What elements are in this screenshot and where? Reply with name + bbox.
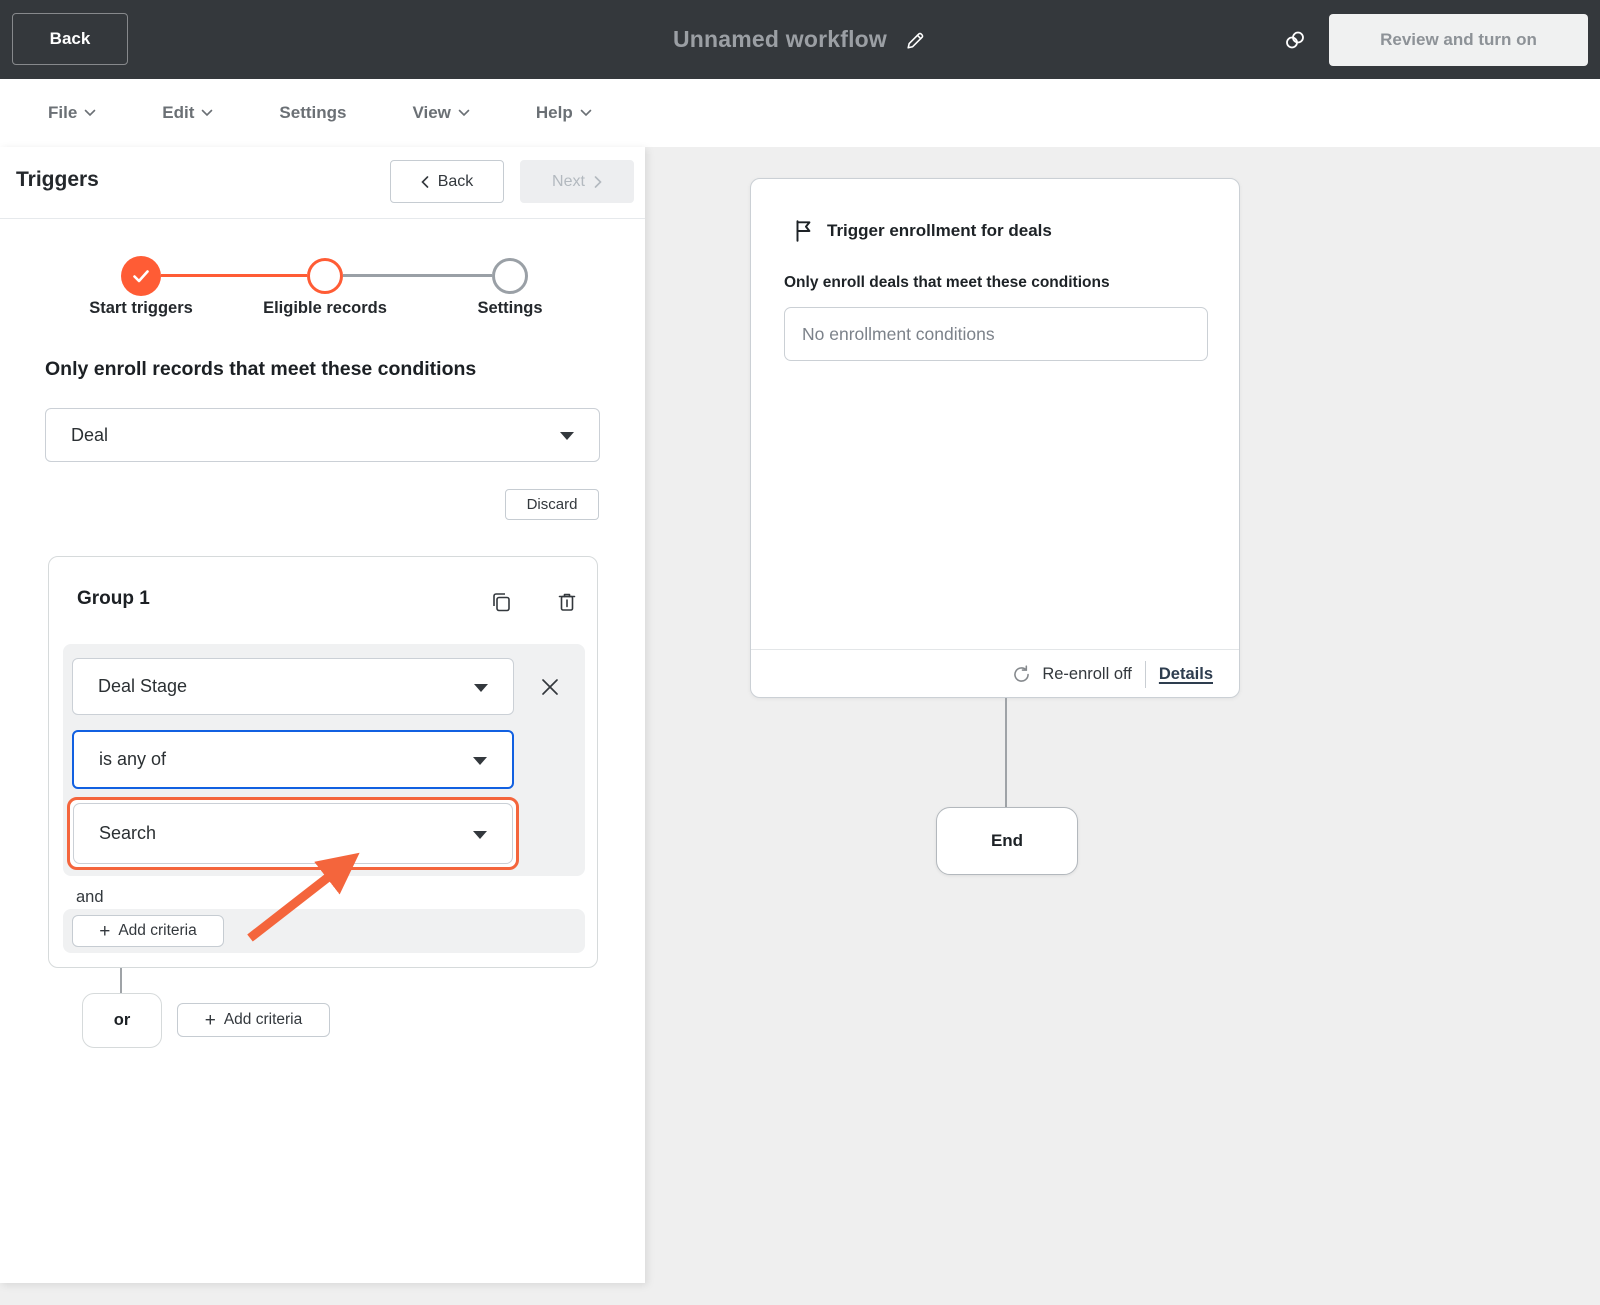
caret-down-icon	[473, 830, 487, 839]
filter-rows-container: Deal Stage is any of Search	[63, 644, 585, 876]
step-start-triggers-circle[interactable]	[121, 256, 161, 296]
workflow-title: Unnamed workflow	[672, 26, 888, 52]
delete-group-icon[interactable]	[555, 590, 579, 614]
filter-group-card: Group 1 Deal Stage is any of Search and …	[48, 556, 598, 968]
menu-bar: File Edit Settings View Help	[0, 79, 1600, 147]
flag-icon	[791, 218, 817, 249]
panel-back-button[interactable]: Back	[390, 160, 504, 203]
workflow-editor: Back Unnamed workflow Review and turn on	[0, 0, 1600, 1305]
group-connector-line	[120, 968, 122, 993]
chevron-left-icon	[421, 175, 429, 188]
menu-item-settings[interactable]: Settings	[279, 103, 346, 123]
panel-title: Triggers	[16, 168, 99, 191]
reenroll-status: Re-enroll off	[1011, 664, 1132, 685]
footer-divider	[1144, 660, 1146, 688]
or-badge: or	[82, 993, 162, 1048]
step-label-eligible-records: Eligible records	[263, 299, 387, 317]
stepper-connector-done	[161, 274, 307, 277]
reenroll-refresh-icon	[1014, 664, 1030, 682]
step-label-start-triggers: Start triggers	[89, 299, 193, 317]
add-criteria-strip: + Add criteria	[63, 909, 585, 953]
plus-icon: +	[204, 1009, 216, 1031]
discard-button[interactable]: Discard	[505, 489, 599, 520]
property-select[interactable]: Deal Stage	[72, 658, 514, 715]
end-node: End	[936, 807, 1078, 875]
duplicate-group-icon[interactable]	[489, 590, 513, 614]
chevron-down-icon	[202, 109, 213, 117]
step-label-settings: Settings	[477, 299, 543, 317]
chevron-down-icon	[84, 109, 96, 117]
trigger-card-title: Trigger enrollment for deals	[827, 221, 1052, 240]
operator-select[interactable]: is any of	[72, 730, 514, 789]
add-criteria-or-button[interactable]: + Add criteria	[177, 1003, 330, 1037]
trigger-card-subtitle: Only enroll deals that meet these condit…	[784, 274, 1110, 291]
step-eligible-records-circle[interactable]	[307, 258, 343, 294]
group-title: Group 1	[77, 588, 150, 609]
check-icon	[133, 269, 149, 282]
copy-link-icon[interactable]	[1283, 28, 1307, 52]
chevron-right-icon	[594, 175, 602, 188]
stepper-connector-todo	[343, 274, 492, 277]
conditions-heading: Only enroll records that meet these cond…	[45, 358, 477, 380]
caret-down-icon	[560, 432, 574, 440]
and-label: and	[76, 888, 104, 906]
flow-connector-line	[1005, 698, 1007, 807]
chevron-down-icon	[458, 109, 470, 117]
top-bar: Back Unnamed workflow Review and turn on	[0, 0, 1600, 79]
caret-down-icon	[473, 756, 487, 765]
menu-item-help[interactable]: Help	[536, 103, 592, 123]
plus-icon: +	[99, 920, 111, 942]
panel-header: Triggers Back Next	[0, 147, 645, 219]
menu-item-edit[interactable]: Edit	[162, 103, 213, 123]
enrollment-conditions-box: No enrollment conditions	[784, 307, 1208, 361]
panel-next-button[interactable]: Next	[520, 160, 634, 203]
edit-title-pencil-icon[interactable]	[905, 29, 927, 51]
step-settings-circle[interactable]	[492, 258, 528, 294]
object-type-select[interactable]: Deal	[45, 408, 600, 462]
remove-filter-icon[interactable]	[538, 675, 562, 699]
review-and-turn-on-button[interactable]: Review and turn on	[1329, 13, 1588, 66]
triggers-panel: Triggers Back Next Start triggers Eligib…	[0, 147, 645, 1283]
trigger-card-footer: Re-enroll off Details	[751, 649, 1239, 698]
highlight-ring: Search	[67, 797, 519, 870]
menu-item-file[interactable]: File	[48, 103, 96, 123]
value-search-select[interactable]: Search	[73, 803, 513, 864]
menu-item-view[interactable]: View	[412, 103, 470, 123]
details-link[interactable]: Details	[1159, 665, 1213, 684]
chevron-down-icon	[580, 109, 592, 117]
caret-down-icon	[474, 683, 488, 692]
back-button[interactable]: Back	[12, 13, 128, 65]
trigger-enrollment-card[interactable]: Trigger enrollment for deals Only enroll…	[750, 178, 1240, 698]
add-criteria-button[interactable]: + Add criteria	[72, 915, 224, 947]
